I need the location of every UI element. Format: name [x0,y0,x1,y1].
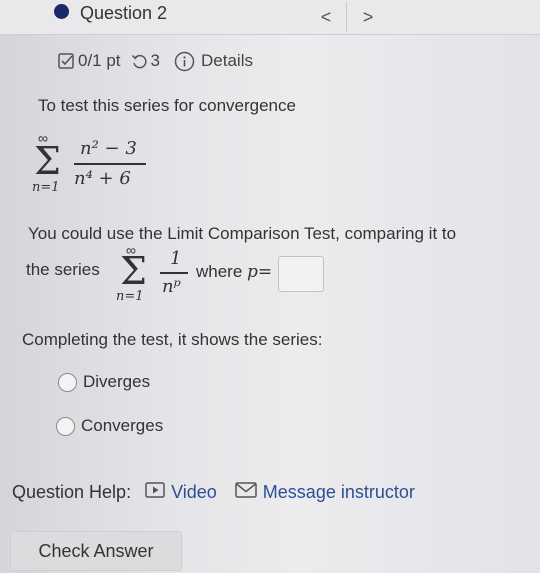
completing-text: Completing the test, it shows the series… [22,330,323,349]
chevron-left-icon: < [320,6,332,27]
problem-intro: To test this series for convergence [38,96,296,115]
question-help: Question Help: Video Message instructor [12,482,415,503]
chevron-right-icon: > [362,6,374,27]
fraction-bar [74,163,146,165]
check-answer-button[interactable]: Check Answer [10,531,182,571]
comparison-denominator: nᵖ [162,276,181,297]
where-p-label: where p= [196,262,272,282]
retry-icon [131,53,148,70]
comparison-numerator: 1 [170,248,182,269]
video-link[interactable]: Video [171,482,217,503]
video-icon[interactable] [145,482,165,503]
the-series-label: the series [26,260,100,279]
fraction-bar [160,272,188,274]
option-label: Diverges [83,372,151,391]
checkbox-icon [58,53,74,69]
question-header: Question 2 < > [0,0,540,35]
option-label: Converges [81,416,164,435]
attempts-count: 3 [150,51,161,70]
question-title: Question 2 [80,3,168,23]
comparison-series: ∞ Σ n=1 1 nᵖ [112,242,192,308]
sum-lower-limit: n=1 [32,180,60,195]
previous-question-button[interactable]: < [306,2,347,32]
question-meta: 0/1 pt 3 Details [58,50,253,72]
series-numerator: n² − 3 [80,138,137,159]
radio-button-icon[interactable] [56,416,75,436]
comparison-text: You could use the Limit Comparison Test,… [28,224,457,243]
details-link[interactable]: Details [201,51,253,71]
option-diverges[interactable]: Diverges [58,372,150,392]
sigma-symbol: Σ [120,249,147,293]
points-value: 0/1 pt [78,51,121,70]
where-text: where [196,262,243,281]
message-instructor-link[interactable]: Message instructor [263,482,415,503]
option-converges[interactable]: Converges [56,416,163,436]
mail-icon[interactable] [235,482,257,503]
radio-button-icon[interactable] [58,372,77,392]
sum-lower-limit: n=1 [116,289,144,304]
given-series: ∞ Σ n=1 n² − 3 n⁴ + 6 [30,130,160,200]
sigma-symbol: Σ [34,139,61,183]
next-question-button[interactable]: > [348,2,388,32]
info-icon[interactable] [174,51,195,72]
series-denominator: n⁴ + 6 [74,168,131,189]
question-help-label: Question Help: [12,482,132,502]
question-status-dot [54,4,69,19]
p-equals-label: p= [247,262,273,282]
p-value-input[interactable] [278,256,324,292]
